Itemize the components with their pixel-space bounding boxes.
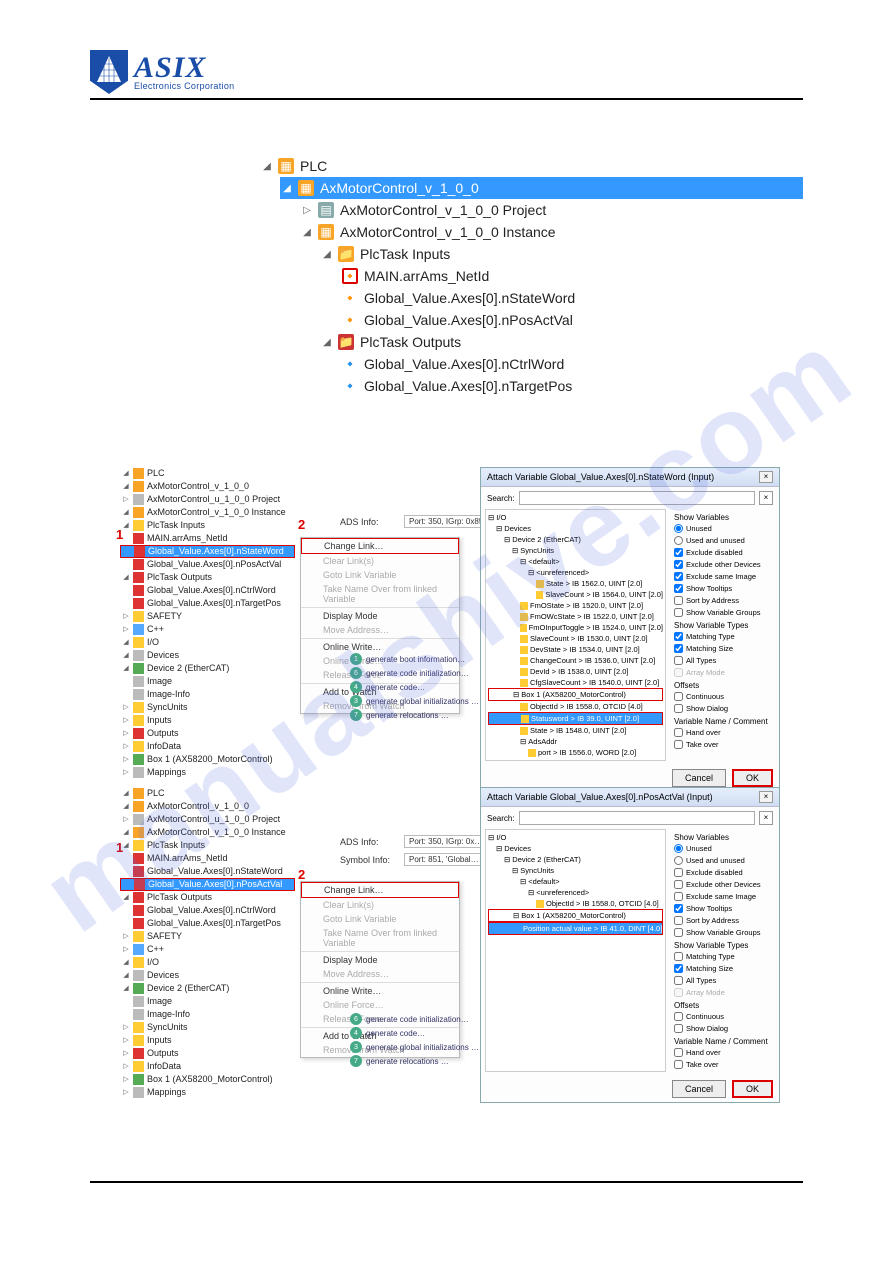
- sel-nposactval[interactable]: Global_Value.Axes[0].nPosActVal: [148, 878, 282, 891]
- clear-search-icon[interactable]: ×: [759, 811, 773, 825]
- screenshot-b: 1 2 3 4 ◢PLC ◢AxMotorControl_v_1_0_0 ▷Ax…: [120, 787, 780, 1047]
- dialog-options-b: Show Variables Unused Used and unused Ex…: [670, 829, 775, 1072]
- attach-variable-dialog-a: Attach Variable Global_Value.Axes[0].nSt…: [480, 467, 780, 792]
- dialog-tree[interactable]: ⊟I/O ⊟Devices ⊟Device 2 (EtherCAT) ⊟Sync…: [485, 509, 666, 761]
- tree-inputs[interactable]: PlcTask Inputs: [360, 246, 450, 262]
- build-log-b: 6generate code initialization… 4generate…: [350, 1012, 479, 1068]
- tree-outputs[interactable]: PlcTask Outputs: [360, 334, 461, 350]
- cancel-button[interactable]: Cancel: [672, 1080, 726, 1098]
- tree-out0[interactable]: Global_Value.Axes[0].nCtrlWord: [364, 356, 564, 372]
- marker-2b: 2: [298, 867, 305, 882]
- pos-act-val-row: Position actual value > IB 41.0, DINT [4…: [523, 923, 662, 934]
- plc-tree: ◢▦PLC ◢▦AxMotorControl_v_1_0_0 ▷▤AxMotor…: [260, 155, 803, 397]
- attach-variable-dialog-b: Attach Variable Global_Value.Axes[0].nPo…: [480, 787, 780, 1103]
- ads-info-a: ADS Info: Port: 350, IGrp: 0x85…: [340, 515, 484, 528]
- statusword-row: Statusword > IB 39.0, UINT [2.0]: [531, 713, 639, 724]
- header-rule: [90, 98, 803, 100]
- left-tree-a: ◢PLC ◢AxMotorControl_v_1_0_0 ▷AxMotorCon…: [120, 467, 295, 779]
- build-log-a: 1generate boot information… 6generate co…: [350, 652, 479, 722]
- close-icon[interactable]: ×: [759, 791, 773, 803]
- tree-instance[interactable]: AxMotorControl_v_1_0_0 Instance: [340, 224, 556, 240]
- ok-button[interactable]: OK: [732, 769, 773, 787]
- footer-rule: [90, 1181, 803, 1183]
- menu-change-link-b[interactable]: Change Link…: [301, 882, 459, 898]
- tree-out1[interactable]: Global_Value.Axes[0].nTargetPos: [364, 378, 572, 394]
- close-icon[interactable]: ×: [759, 471, 773, 483]
- tree-in1[interactable]: Global_Value.Axes[0].nStateWord: [364, 290, 575, 306]
- cancel-button[interactable]: Cancel: [672, 769, 726, 787]
- tree-in0[interactable]: MAIN.arrAms_NetId: [364, 268, 489, 284]
- search-input[interactable]: [519, 811, 755, 825]
- dialog-title: Attach Variable Global_Value.Axes[0].nSt…: [487, 472, 714, 482]
- dialog-options: Show Variables Unused Used and unused Ex…: [670, 509, 775, 761]
- left-tree-b: ◢PLC ◢AxMotorControl_v_1_0_0 ▷AxMotorCon…: [120, 787, 295, 1099]
- search-input[interactable]: [519, 491, 755, 505]
- symbol-info-b: Symbol Info: Port: 851, 'Global…: [340, 853, 484, 866]
- menu-change-link[interactable]: Change Link…: [301, 538, 459, 554]
- tree-plc[interactable]: PLC: [300, 158, 327, 174]
- clear-search-icon[interactable]: ×: [759, 491, 773, 505]
- sel-nstateword[interactable]: Global_Value.Axes[0].nStateWord: [148, 545, 284, 558]
- tree-in2[interactable]: Global_Value.Axes[0].nPosActVal: [364, 312, 573, 328]
- screenshot-a: 1 2 3 4 ◢PLC ◢AxMotorControl_v_1_0_0 ▷Ax…: [120, 467, 780, 697]
- marker-2: 2: [298, 517, 305, 532]
- dialog-tree-b[interactable]: ⊟I/O ⊟Devices ⊟Device 2 (EtherCAT) ⊟Sync…: [485, 829, 666, 1072]
- tree-project-root[interactable]: AxMotorControl_v_1_0_0: [320, 180, 479, 196]
- ok-button[interactable]: OK: [732, 1080, 773, 1098]
- brand-logo: ASIX Electronics Corporation: [90, 50, 803, 94]
- ads-info-b: ADS Info: Port: 350, IGrp: 0x…: [340, 835, 484, 848]
- tree-project[interactable]: AxMotorControl_v_1_0_0 Project: [340, 202, 546, 218]
